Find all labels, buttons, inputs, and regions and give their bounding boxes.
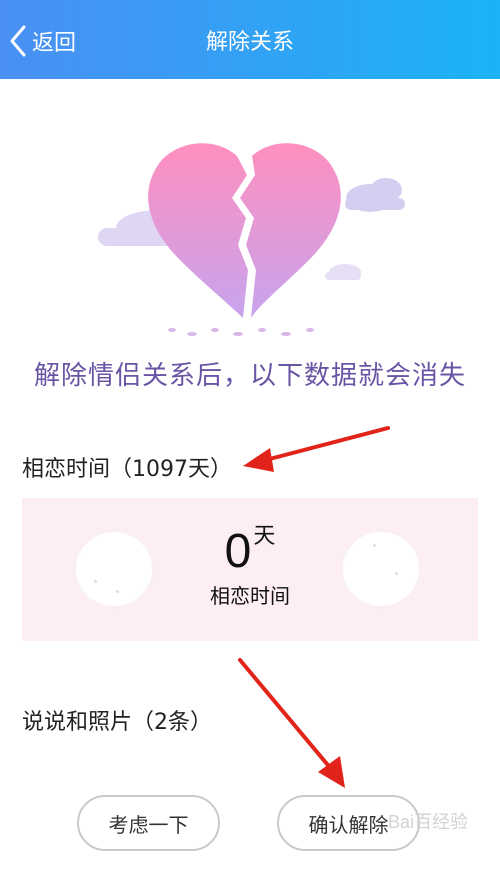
- relationship-time-card: 0天 相恋时间: [22, 498, 478, 641]
- days-value: 0: [224, 525, 252, 578]
- relationship-time-label: 相恋时间（1097天）: [22, 457, 232, 482]
- days-unit: 天: [253, 524, 276, 549]
- avatar: [343, 532, 419, 606]
- cancel-button[interactable]: 考虑一下: [77, 795, 220, 851]
- headline: 解除情侣关系后，以下数据就会消失: [33, 361, 466, 391]
- page-title: 解除关系: [205, 30, 294, 55]
- watermark: Bai百经验: [388, 812, 469, 832]
- cloud-icon: [325, 264, 361, 280]
- broken-heart-illustration: [98, 143, 405, 336]
- posts-label: 说说和照片（2条）: [22, 710, 212, 735]
- top-nav-bar: 返回 解除关系: [0, 0, 500, 79]
- cloud-icon: [345, 178, 405, 212]
